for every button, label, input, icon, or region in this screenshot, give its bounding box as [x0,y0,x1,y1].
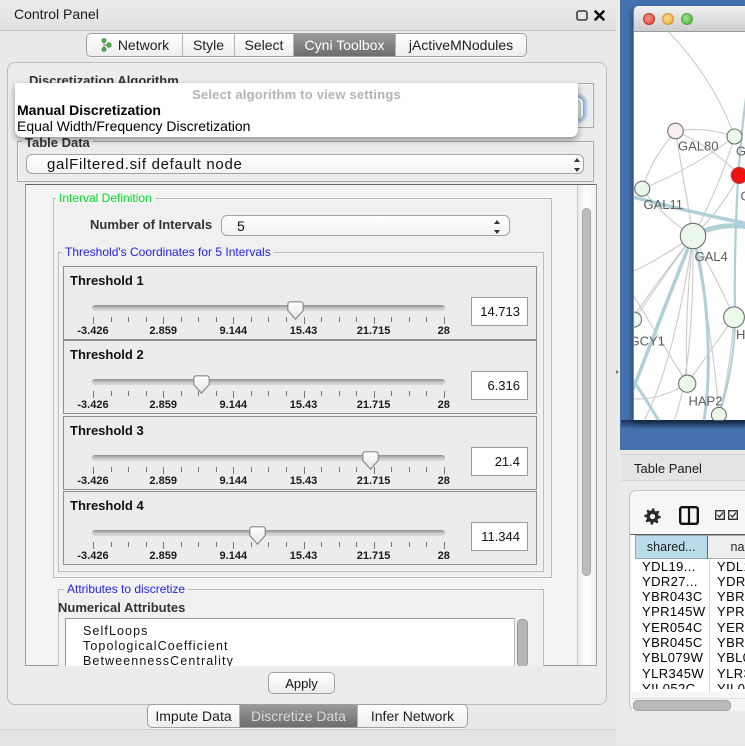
svg-text:GCY1: GCY1 [634,333,665,348]
svg-text:HIS7: HIS7 [736,327,745,342]
svg-text:GAL2: GAL2 [740,188,745,203]
svg-text:GAL11: GAL11 [643,197,683,212]
svg-text:GAL3: GAL3 [736,143,745,158]
svg-text:GAL4: GAL4 [694,249,727,264]
svg-text:HAP2: HAP2 [688,393,722,408]
svg-text:GAL80: GAL80 [678,138,718,153]
